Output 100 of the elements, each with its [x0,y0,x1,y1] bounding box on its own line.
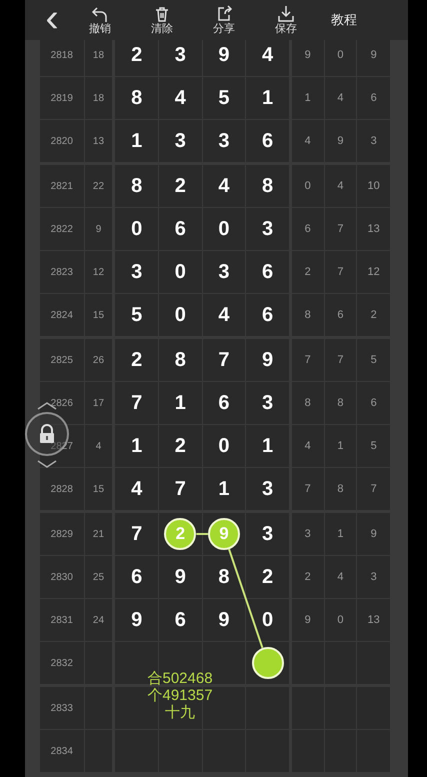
trash-icon [153,5,171,23]
issue-cell: 2834 [40,730,85,772]
count-cell: 0 [324,599,358,641]
tutorial-button[interactable]: 教程 [325,10,363,30]
issue-cell: 2818 [40,40,85,76]
count-cell: 9 [292,599,325,641]
count-cell-text: 9 [370,48,378,63]
count-cell-text: 10 [366,178,381,194]
highlighted-digit: 2 [164,518,196,550]
issue-cell: 2829 [40,513,85,555]
count-cell-text: 9 [370,526,378,542]
digit: 7 [218,348,230,373]
count-cell-text: 12 [366,264,381,280]
lock-icon [38,424,56,444]
issue-cell: 2825 [40,339,85,381]
undo-icon [91,5,109,23]
digit: 8 [262,174,274,199]
count-cell-text: 3 [370,570,378,585]
digit: 2 [262,565,274,590]
count-cell: 4 [324,556,358,598]
digit: 7 [131,522,142,547]
highlighted-digit: 9 [208,518,240,550]
digit: 2 [131,43,142,68]
digit: 6 [262,129,274,154]
digit: 9 [262,348,274,373]
digit: 3 [262,477,274,502]
issue-cell: 2822 [40,208,85,250]
digit: 2 [174,174,186,199]
count-cell-text: 2 [370,308,378,323]
issue-cell: 2826 [40,382,85,424]
count-cell: 8 [292,382,325,424]
count-cell: 7 [324,208,358,250]
sum-cell: 12 [84,251,116,293]
count-cell: 7 [324,339,358,381]
issue-cell: 2819 [40,77,85,119]
sum-cell: 15 [84,468,116,510]
count-cell: 4 [324,77,358,119]
issue-cell: 2821 [40,165,85,207]
digit: 9 [174,565,186,590]
count-cell-text: 6 [370,90,378,106]
digit: 0 [174,303,186,328]
clear-button[interactable]: 清除 [131,3,193,37]
digit: 7 [174,477,186,502]
count-cell-text: 6 [370,396,378,411]
back-button[interactable]: ‹ [25,0,69,40]
count-cell-text: 7 [370,482,378,497]
save-button[interactable]: 保存 [255,3,317,37]
issue-cell: 2831 [40,599,85,641]
digit: 5 [218,86,230,111]
count-cell-text: 3 [370,134,378,149]
digit: 8 [131,174,142,199]
issue-cell: 2832 [40,642,85,684]
count-cell: 3 [292,513,325,555]
issue-cell: 2820 [40,120,85,162]
digit: 6 [131,565,142,590]
count-cell: 9 [292,40,325,76]
digit: 9 [218,608,230,633]
count-cell-text: 13 [366,612,381,628]
digit: 8 [174,348,186,373]
count-cell: 0 [324,40,358,76]
digit: 4 [218,303,230,328]
sum-cell: 17 [84,382,116,424]
digit: 0 [174,260,186,285]
digit: 0 [218,217,230,242]
digit: 3 [174,129,186,154]
digit: 4 [218,174,230,199]
count-cell: 1 [292,77,325,119]
digit: 6 [262,303,274,328]
undo-button[interactable]: 撤销 [69,3,131,37]
share-button[interactable]: 分享 [193,3,255,37]
sum-cell: 4 [84,425,116,467]
download-icon [277,5,295,23]
digit: 1 [262,86,274,111]
digit: 6 [174,217,186,242]
digit: 5 [131,303,142,328]
count-cell: 8 [324,382,358,424]
digit: 3 [218,260,230,285]
digit: 6 [262,260,274,285]
count-cell: 0 [292,165,325,207]
sum-cell: 21 [84,513,116,555]
digit: 2 [131,348,142,373]
digit: 1 [131,434,142,459]
digit: 1 [174,391,186,416]
issue-cell: 2824 [40,294,85,336]
digit: 9 [131,608,142,633]
count-cell: 4 [292,425,325,467]
sum-cell: 25 [84,556,116,598]
digit: 1 [131,129,142,154]
digit: 4 [262,43,274,68]
digit: 3 [262,522,274,547]
digit: 0 [218,434,230,459]
count-cell: 1 [324,425,358,467]
count-cell: 8 [292,294,325,336]
count-cell: 1 [324,513,358,555]
count-cell: 7 [324,251,358,293]
digit: 1 [218,477,230,502]
count-cell: 9 [324,120,358,162]
digit: 9 [218,43,230,68]
chevron-down-icon[interactable] [37,460,57,468]
digit: 6 [218,391,230,416]
